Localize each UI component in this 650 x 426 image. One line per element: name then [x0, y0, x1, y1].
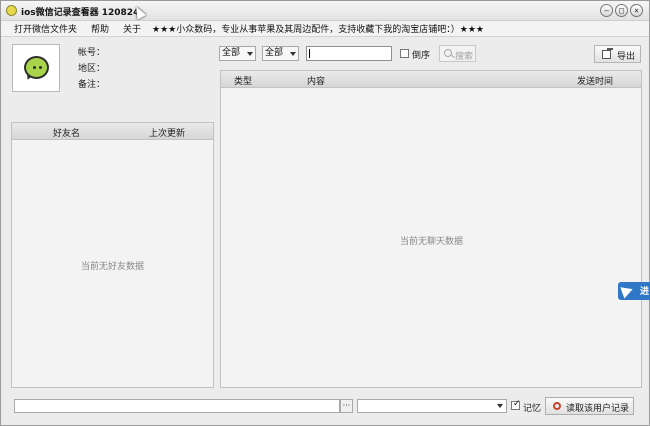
reverse-checkbox[interactable] — [400, 49, 409, 58]
chevron-down-icon — [290, 52, 296, 56]
wechat-logo-icon — [24, 56, 49, 79]
chevron-down-icon — [247, 52, 253, 56]
column-content[interactable]: 内容 — [307, 74, 325, 87]
close-button[interactable]: × — [630, 4, 643, 17]
chevron-down-icon — [497, 404, 503, 408]
menu-bar: 打开微信文件夹 帮助 关于 ★★★小众数码，专业从事苹果及其周边配件，支持收藏下… — [1, 21, 649, 37]
note-label: 备注： — [78, 80, 106, 90]
user-select[interactable] — [357, 399, 507, 413]
friend-list[interactable]: 好友名 上次更新 当前无好友数据 — [11, 122, 214, 388]
chat-table-header: 类型 内容 发送时间 — [221, 71, 641, 88]
reverse-label: 倒序 — [412, 51, 431, 61]
shop-slogan[interactable]: ★★★小众数码，专业从事苹果及其周边配件，支持收藏下我的淘宝店铺吧：）★★★ — [148, 22, 488, 35]
remember-label: 记忆 — [523, 404, 542, 414]
keyword-input[interactable] — [306, 46, 392, 61]
side-floating-tab[interactable]: 进 — [618, 282, 650, 300]
bubble-eye-left-icon — [33, 66, 36, 69]
side-tab-label: 进 — [640, 287, 650, 297]
remember-checkbox[interactable]: ✓ — [511, 399, 521, 410]
read-user-records-button[interactable]: 读取该用户记录 — [545, 397, 634, 415]
column-last-update[interactable]: 上次更新 — [149, 126, 185, 139]
scope-select[interactable]: 全部 — [262, 46, 299, 61]
type-select-value: 全部 — [222, 48, 241, 58]
account-label: 帐号： — [78, 48, 106, 58]
menu-about[interactable]: 关于 — [116, 22, 148, 35]
bubble-eye-right-icon — [39, 66, 42, 69]
scope-select-value: 全部 — [265, 48, 284, 58]
window-controls: – □ × — [600, 4, 643, 17]
menu-open-folder[interactable]: 打开微信文件夹 — [7, 22, 84, 35]
target-icon — [553, 402, 561, 410]
type-select[interactable]: 全部 — [219, 46, 256, 61]
text-caret — [309, 49, 310, 58]
title-bar: ios微信记录查看器 120824 – □ × — [1, 1, 649, 21]
export-icon — [602, 50, 611, 59]
search-button-label: 搜索 — [455, 52, 474, 62]
export-button-label: 导出 — [617, 52, 636, 62]
menu-help[interactable]: 帮助 — [84, 22, 116, 35]
friend-list-header: 好友名 上次更新 — [12, 123, 213, 140]
region-label: 地区： — [78, 64, 106, 74]
column-type[interactable]: 类型 — [234, 74, 252, 87]
checkmark-icon: ✓ — [513, 399, 521, 409]
paper-plane-icon — [620, 283, 635, 299]
browse-button[interactable]: ··· — [340, 399, 353, 413]
maximize-button[interactable]: □ — [615, 4, 628, 17]
column-send-time[interactable]: 发送时间 — [577, 74, 613, 87]
export-button[interactable]: 导出 — [594, 45, 641, 63]
minimize-button[interactable]: – — [600, 4, 613, 17]
export-arrow-icon — [607, 48, 613, 50]
column-friend-name[interactable]: 好友名 — [53, 126, 80, 139]
app-logo-icon — [6, 5, 17, 16]
read-button-label: 读取该用户记录 — [566, 404, 630, 414]
chat-table[interactable]: 类型 内容 发送时间 当前无聊天数据 — [220, 70, 642, 388]
app-window: ios微信记录查看器 120824 – □ × 打开微信文件夹 帮助 关于 ★★… — [0, 0, 650, 426]
search-button[interactable]: 搜索 — [439, 45, 476, 62]
avatar — [12, 44, 60, 92]
path-input[interactable] — [14, 399, 340, 413]
window-title: ios微信记录查看器 120824 — [21, 8, 140, 18]
chat-table-empty-text: 当前无聊天数据 — [400, 237, 464, 247]
friend-list-empty-text: 当前无好友数据 — [81, 262, 145, 272]
